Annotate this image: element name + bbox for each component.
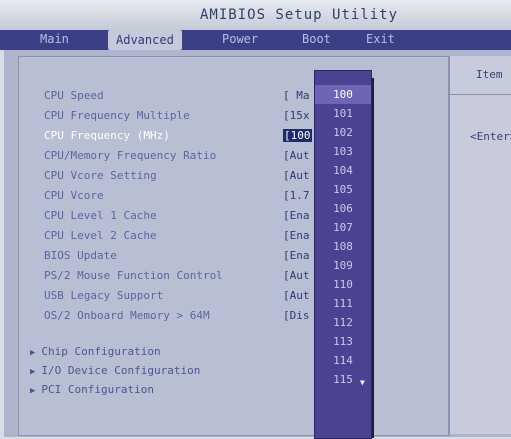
option-101[interactable]: 101 [315, 104, 371, 123]
option-104[interactable]: 104 [315, 161, 371, 180]
menu-advanced[interactable]: Advanced [108, 30, 182, 50]
menu-boot[interactable]: Boot [302, 32, 331, 46]
help-header: Item [476, 68, 503, 81]
submenu-label: PCI Configuration [41, 383, 155, 396]
option-114[interactable]: 114 [315, 351, 371, 370]
help-pane: Item <Enter> [448, 56, 511, 434]
setting-ps2-mouse[interactable]: PS/2 Mouse Function Control [44, 269, 223, 282]
value-bios-update[interactable]: [Ena [283, 249, 310, 262]
setting-usb-legacy[interactable]: USB Legacy Support [44, 289, 163, 302]
option-102[interactable]: 102 [315, 123, 371, 142]
option-110[interactable]: 110 [315, 275, 371, 294]
submenu-pci-configuration[interactable]: ▶ PCI Configuration [30, 383, 154, 396]
bios-title: AMIBIOS Setup Utility [200, 7, 399, 23]
option-108[interactable]: 108 [315, 237, 371, 256]
menu-power[interactable]: Power [222, 32, 258, 46]
setting-cpu-memory-ratio[interactable]: CPU/Memory Frequency Ratio [44, 149, 216, 162]
setting-cpu-frequency-mhz[interactable]: CPU Frequency (MHz) [44, 129, 170, 142]
submenu-io-device-configuration[interactable]: ▶ I/O Device Configuration [30, 364, 200, 377]
value-cpu-vcore-setting[interactable]: [Aut [283, 169, 310, 182]
triangle-down-icon[interactable]: ▼ [360, 378, 365, 387]
menu-bar: Main Advanced Power Boot Exit [0, 30, 511, 50]
help-divider [450, 94, 511, 95]
option-106[interactable]: 106 [315, 199, 371, 218]
submenu-label: I/O Device Configuration [41, 364, 201, 377]
setting-cpu-vcore[interactable]: CPU Vcore [44, 189, 104, 202]
value-cpu-level1-cache[interactable]: [Ena [283, 209, 310, 222]
value-cpu-vcore[interactable]: [1.7 [283, 189, 310, 202]
setting-cpu-vcore-setting[interactable]: CPU Vcore Setting [44, 169, 157, 182]
help-enter-text: <Enter> [470, 130, 511, 143]
setting-cpu-speed[interactable]: CPU Speed [44, 89, 104, 102]
setting-bios-update[interactable]: BIOS Update [44, 249, 117, 262]
setting-os2-memory[interactable]: OS/2 Onboard Memory > 64M [44, 309, 210, 322]
value-usb-legacy[interactable]: [Aut [283, 289, 310, 302]
option-111[interactable]: 111 [315, 294, 371, 313]
option-103[interactable]: 103 [315, 142, 371, 161]
value-ps2-mouse[interactable]: [Aut [283, 269, 310, 282]
option-113[interactable]: 113 [315, 332, 371, 351]
setting-cpu-level2-cache[interactable]: CPU Level 2 Cache [44, 229, 157, 242]
triangle-right-icon: ▶ [30, 367, 36, 377]
value-cpu-frequency-mhz[interactable]: [100 [283, 129, 312, 142]
value-cpu-speed[interactable]: [ Ma [283, 89, 310, 102]
value-cpu-frequency-multiple[interactable]: [15x [283, 109, 310, 122]
option-112[interactable]: 112 [315, 313, 371, 332]
value-os2-memory[interactable]: [Dis [283, 309, 310, 322]
value-cpu-level2-cache[interactable]: [Ena [283, 229, 310, 242]
option-109[interactable]: 109 [315, 256, 371, 275]
setting-cpu-frequency-multiple[interactable]: CPU Frequency Multiple [44, 109, 190, 122]
triangle-right-icon: ▶ [30, 386, 36, 396]
setting-cpu-level1-cache[interactable]: CPU Level 1 Cache [44, 209, 157, 222]
menu-exit[interactable]: Exit [366, 32, 395, 46]
submenu-label: Chip Configuration [41, 345, 161, 358]
submenu-chip-configuration[interactable]: ▶ Chip Configuration [30, 345, 161, 358]
value-cpu-memory-ratio[interactable]: [Aut [283, 149, 310, 162]
menu-main[interactable]: Main [40, 32, 69, 46]
title-bar: AMIBIOS Setup Utility [0, 0, 511, 30]
option-105[interactable]: 105 [315, 180, 371, 199]
option-100[interactable]: 100 [315, 85, 371, 104]
triangle-right-icon: ▶ [30, 348, 36, 358]
option-107[interactable]: 107 [315, 218, 371, 237]
